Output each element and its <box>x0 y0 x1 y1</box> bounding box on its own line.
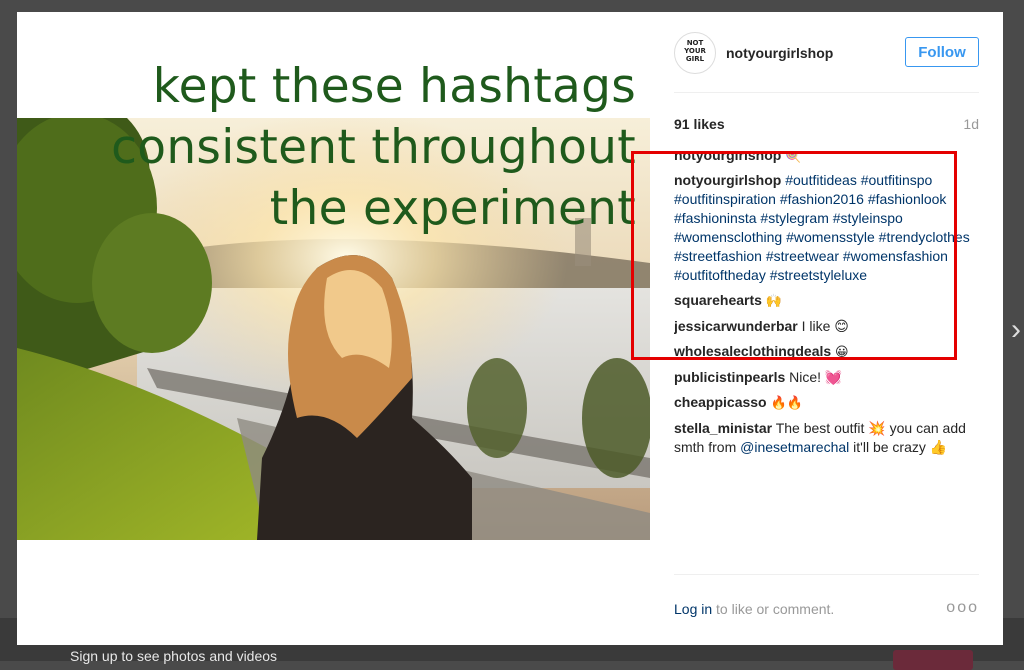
post-footer: Log in to like or comment. ooo <box>674 574 979 625</box>
hashtag[interactable]: #outfitoftheday <box>674 267 766 283</box>
hashtag[interactable]: #womensstyle <box>786 229 875 245</box>
comment-user[interactable]: wholesaleclothingdeals <box>674 343 831 359</box>
comment-user[interactable]: notyourgirlshop <box>674 152 781 163</box>
comment-user[interactable]: jessicarwunderbar <box>674 318 798 334</box>
comment-text: 🙌 <box>765 294 783 309</box>
comment-item: squarehearts 🙌 <box>674 291 979 311</box>
hashtag[interactable]: #streetfashion <box>674 248 762 264</box>
more-options-icon[interactable]: ooo <box>946 599 979 617</box>
post-username[interactable]: notyourgirlshop <box>726 45 833 61</box>
login-link[interactable]: Log in <box>674 601 712 617</box>
hashtag[interactable]: #streetstyleluxe <box>770 267 867 283</box>
headline-line: kept these hashtags <box>152 59 636 114</box>
comment-item: jessicarwunderbar I like 😊 <box>674 317 979 336</box>
caption-user[interactable]: notyourgirlshop <box>674 172 781 188</box>
comment-item: stella_ministar The best outfit 💥 you ca… <box>674 419 979 457</box>
hashtag[interactable]: #womensclothing <box>674 229 782 245</box>
comment-user[interactable]: squarehearts <box>674 292 762 308</box>
comment-item: publicistinpearls Nice! 💓 <box>674 368 979 387</box>
hashtag[interactable]: #outfitinspiration <box>674 191 776 207</box>
comment-text: I like 😊 <box>801 318 849 334</box>
login-prompt-text: to like or comment. <box>716 601 835 617</box>
background-signup-button[interactable] <box>893 650 973 670</box>
avatar-text: NOT YOUR GIRL <box>684 39 706 63</box>
headline-line: consistent throughout <box>111 120 636 175</box>
comment-text: 🍭 <box>785 152 802 164</box>
hashtag[interactable]: #fashioninsta <box>674 210 757 226</box>
hashtag[interactable]: #fashion2016 <box>780 191 864 207</box>
caption: notyourgirlshop #outfitideas #outfitinsp… <box>674 171 979 285</box>
overlay-headline: kept these hashtags consistent throughou… <box>96 56 636 239</box>
likes-count[interactable]: 91 likes <box>674 116 725 132</box>
hashtag[interactable]: #outfitideas <box>785 172 857 188</box>
post-media: kept these hashtags consistent throughou… <box>17 12 650 645</box>
hashtag[interactable]: #womensfashion <box>843 248 948 264</box>
comment-item: notyourgirlshop 🍭 <box>674 152 979 165</box>
comment-user[interactable]: cheappicasso <box>674 394 767 410</box>
comment-user[interactable]: publicistinpearls <box>674 369 785 385</box>
comment-text: Nice! 💓 <box>789 369 843 385</box>
hashtag[interactable]: #outfitinspo <box>861 172 933 188</box>
post-age[interactable]: 1d <box>963 116 979 132</box>
post-header: NOT YOUR GIRL notyourgirlshop Follow <box>674 32 979 93</box>
follow-button[interactable]: Follow <box>905 37 979 67</box>
headline-line: the experiment <box>269 181 636 236</box>
post-modal: kept these hashtags consistent throughou… <box>17 12 1003 645</box>
comments-list: notyourgirlshop 🍭 notyourgirlshop #outfi… <box>674 152 979 552</box>
comment-mention[interactable]: @inesetmarechal <box>740 439 849 455</box>
background-signup-text: Sign up to see photos and videos <box>70 648 278 664</box>
comment-text: it'll be crazy 👍 <box>853 439 948 455</box>
avatar[interactable]: NOT YOUR GIRL <box>674 32 716 74</box>
hashtag[interactable]: #trendyclothes <box>879 229 970 245</box>
comment-text: 😀 <box>835 345 849 360</box>
hashtag[interactable]: #stylegram <box>760 210 828 226</box>
comment-text: 🔥🔥 <box>770 396 803 411</box>
next-arrow-icon[interactable]: › <box>1008 300 1024 360</box>
comment-item: wholesaleclothingdeals 😀 <box>674 342 979 362</box>
post-sidebar: NOT YOUR GIRL notyourgirlshop Follow 91 … <box>650 12 1003 645</box>
hashtag[interactable]: #streetwear <box>766 248 839 264</box>
hashtag[interactable]: #styleinspo <box>833 210 903 226</box>
login-prompt: Log in to like or comment. <box>674 601 834 617</box>
comment-item: cheappicasso 🔥🔥 <box>674 393 979 413</box>
comment-user[interactable]: stella_ministar <box>674 420 772 436</box>
hashtag[interactable]: #fashionlook <box>868 191 947 207</box>
likes-row: 91 likes 1d <box>674 116 979 136</box>
